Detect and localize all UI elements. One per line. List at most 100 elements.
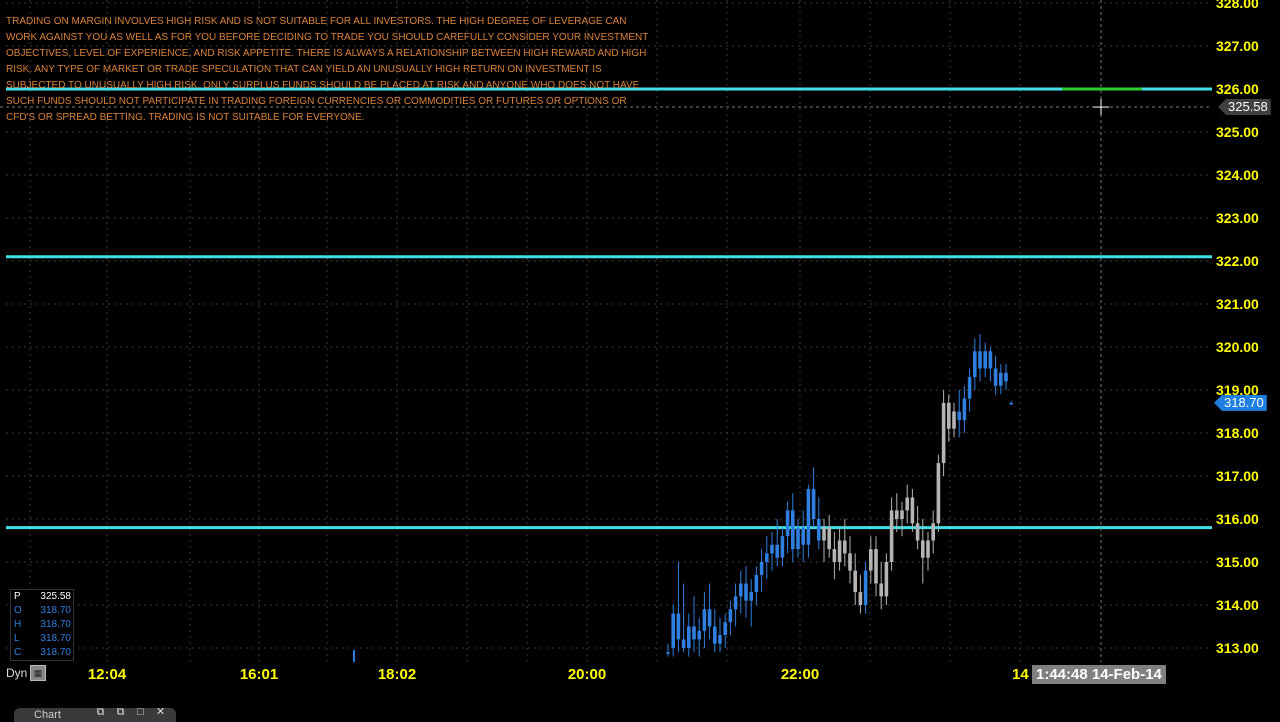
- print-icon[interactable]: ▦: [30, 665, 46, 681]
- bottom-bar: Chart ⧉ ⧉ □ ✕: [0, 688, 1280, 722]
- candle-body: [806, 488, 811, 545]
- candle-body: [791, 510, 795, 550]
- candle-body: [889, 510, 894, 562]
- candle-body: [962, 398, 967, 421]
- candle-body: [869, 549, 873, 571]
- candle-body: [744, 583, 748, 601]
- candle-body: [775, 544, 779, 558]
- price-tick-label: 327.00: [1216, 38, 1259, 54]
- ohlc-value: 318.70: [40, 605, 71, 616]
- ohlc-row: O 318.70: [11, 604, 73, 618]
- candle-body: [780, 536, 785, 558]
- candle-body: [837, 540, 842, 562]
- candle-body: [739, 583, 743, 597]
- ohlc-key: O: [14, 605, 22, 616]
- candle-body: [858, 592, 863, 605]
- time-tick-label: 20:00: [567, 666, 607, 683]
- time-tick-label: 12:04: [87, 666, 127, 683]
- candle-body: [952, 411, 956, 429]
- candle-body: [733, 596, 738, 610]
- candle-body: [905, 497, 909, 511]
- candle-body: [702, 609, 707, 631]
- ohlc-row: C 318.70: [11, 646, 73, 660]
- candle-body: [723, 622, 727, 636]
- time-tick-label: 16:01: [239, 666, 279, 683]
- maximize-icon[interactable]: □: [134, 707, 147, 718]
- candle-body: [1009, 402, 1013, 405]
- candle-body: [681, 639, 686, 648]
- price-tick-label: 324.00: [1216, 167, 1259, 183]
- candle-body: [947, 402, 951, 429]
- candle-body: [770, 544, 774, 554]
- candle-body: [988, 351, 993, 369]
- candle-body: [931, 523, 935, 541]
- candle-body: [978, 351, 982, 369]
- candle-body: [848, 553, 852, 571]
- candle-body: [921, 540, 925, 558]
- price-tick-label: 317.00: [1216, 468, 1259, 484]
- window-icon[interactable]: ⧉: [114, 707, 127, 718]
- candle-body: [676, 613, 681, 640]
- candle-body: [910, 497, 915, 524]
- price-tick-label: 318.00: [1216, 425, 1259, 441]
- last-price-tag: 318.70: [1214, 394, 1267, 411]
- candle-body: [957, 411, 961, 421]
- candle-body: [843, 540, 847, 554]
- candle-body: [666, 652, 670, 654]
- candle-body: [993, 368, 998, 386]
- price-axis[interactable]: 328.00 327.00 326.00 325.00 324.00 323.00 322.…: [1212, 0, 1280, 662]
- close-icon[interactable]: ✕: [154, 707, 167, 718]
- candle-body: [1004, 372, 1008, 382]
- chart-tab-label: Chart: [34, 709, 61, 721]
- candle-body: [884, 562, 889, 597]
- candle-body: [707, 609, 712, 627]
- time-tick-label: 22:00: [780, 666, 820, 683]
- ohlc-key: H: [14, 619, 22, 630]
- candle-body: [671, 613, 675, 648]
- candle-body: [754, 574, 759, 593]
- dyn-label: Dyn: [6, 666, 28, 680]
- price-tick-label: 316.00: [1216, 511, 1259, 527]
- candle-body: [853, 570, 857, 593]
- candle-body: [900, 510, 904, 519]
- crosshair-time-label: 1:44:48 14-Feb-14: [1032, 665, 1166, 684]
- ohlc-key: P: [14, 591, 21, 602]
- candle-body: [687, 626, 691, 648]
- candle-body: [926, 540, 930, 558]
- candle-body: [895, 510, 899, 519]
- candle-body: [817, 519, 821, 541]
- candle-body: [759, 562, 764, 575]
- price-tick-label: 315.00: [1216, 554, 1259, 570]
- ohlc-value: 318.70: [40, 647, 71, 658]
- ohlc-row: L 318.70: [11, 632, 73, 646]
- price-tick-label: 323.00: [1216, 210, 1259, 226]
- candle-body: [728, 609, 733, 623]
- ohlc-key: L: [14, 633, 20, 644]
- risk-disclaimer: TRADING ON MARGIN INVOLVES HIGH RISK AND…: [6, 16, 649, 123]
- price-tick-label: 320.00: [1216, 339, 1259, 355]
- candle-body: [801, 527, 805, 545]
- candle-body: [832, 549, 837, 562]
- price-tick-label: 321.00: [1216, 296, 1259, 312]
- price-tick-label: 325.00: [1216, 124, 1259, 140]
- candle-body: [874, 549, 878, 584]
- candle-body: [863, 570, 868, 605]
- ohlc-value: 318.70: [40, 619, 71, 630]
- candle-body: [765, 553, 769, 562]
- candle-body: [718, 635, 722, 644]
- price-tick-label: 322.00: [1216, 253, 1259, 269]
- candle-body: [796, 527, 800, 550]
- price-tick-label: 328.00: [1216, 0, 1259, 11]
- restore-icon[interactable]: ⧉: [94, 707, 107, 718]
- candle-body: [983, 351, 987, 369]
- time-axis[interactable]: Dyn ▦ 12:04 16:01 18:02 20:00 22:00 14 1:44:…: [0, 662, 1212, 688]
- candle-body: [967, 377, 972, 399]
- chart-area[interactable]: TRADING ON MARGIN INVOLVES HIGH RISK AND…: [0, 0, 1212, 662]
- time-tick-partial: 14: [1012, 666, 1029, 683]
- ohlc-value: 318.70: [40, 633, 71, 644]
- time-tick-label: 18:02: [377, 666, 417, 683]
- candle-body: [936, 463, 941, 524]
- candle-body: [749, 592, 753, 601]
- candle-body: [785, 510, 790, 537]
- ohlc-key: C: [14, 647, 22, 658]
